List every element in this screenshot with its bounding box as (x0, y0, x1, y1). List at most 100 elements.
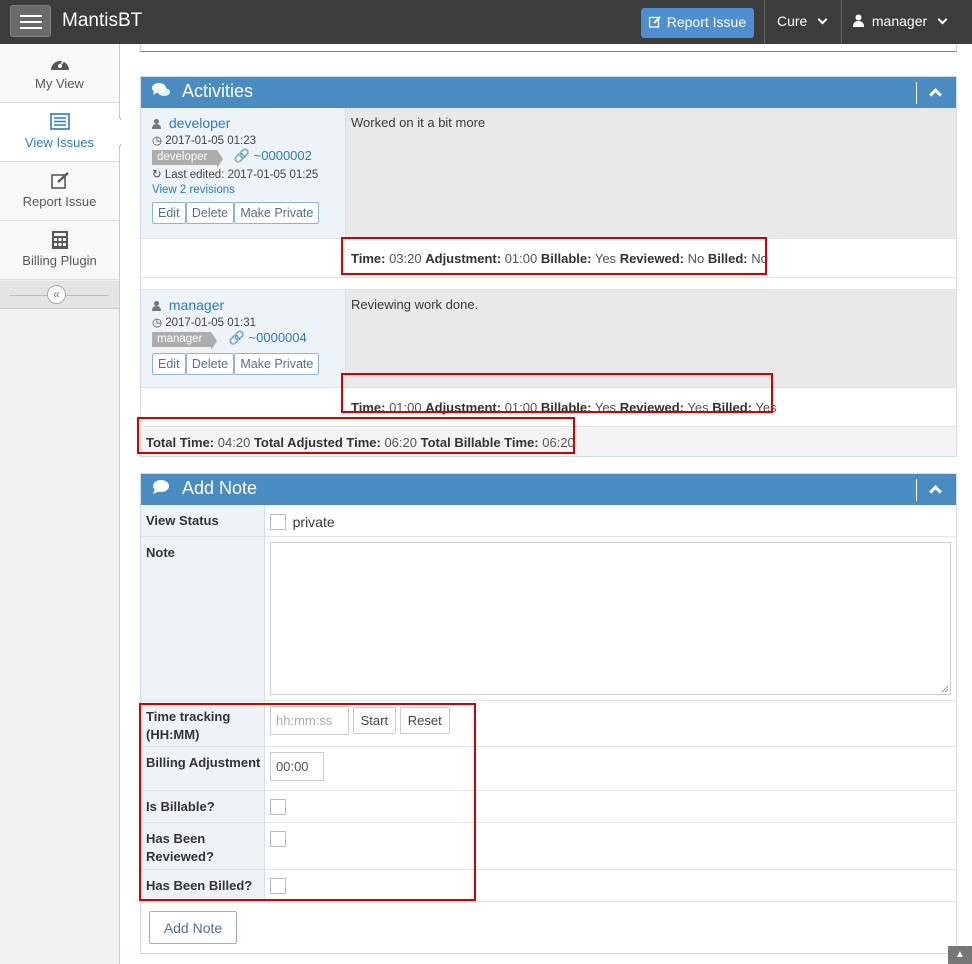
make-private-button[interactable]: Make Private (234, 353, 320, 375)
activity-note: manager ◷ 2017-01-05 01:31 manager 🔗 ~00… (141, 290, 956, 388)
total-adjusted-value: 06:20 (384, 435, 417, 450)
note-id-link[interactable]: ~0000004 (249, 330, 307, 345)
user-dropdown[interactable]: manager (841, 0, 972, 44)
totals-row: Total Time: 04:20 Total Adjusted Time: 0… (141, 427, 956, 456)
note-meta: manager ◷ 2017-01-05 01:31 manager 🔗 ~00… (141, 290, 346, 387)
report-issue-label: Report Issue (666, 14, 747, 30)
reset-timer-button[interactable]: Reset (399, 707, 450, 734)
clock-icon: ◷ (152, 317, 163, 329)
adjustment-value: 01:00 (504, 400, 538, 415)
note-id-link[interactable]: ~0000002 (254, 148, 312, 163)
scroll-top-button[interactable]: ▲ (948, 946, 972, 964)
role-badge: developer (152, 150, 222, 168)
private-checkbox[interactable] (270, 513, 286, 530)
billed-label: Billed: (712, 400, 752, 415)
dashboard-icon (50, 59, 69, 70)
has-been-billed-label: Has Been Billed? (141, 870, 265, 901)
sidebar-item-label: Report Issue (22, 194, 97, 209)
link-icon: 🔗 (233, 148, 251, 163)
delete-note-button[interactable]: Delete (185, 353, 235, 375)
last-edited-text: Last edited: 2017-01-05 01:25 (164, 169, 319, 181)
sidebar-item-my-view[interactable]: My View (0, 44, 119, 103)
reviewed-label: Reviewed: (619, 400, 684, 415)
project-dropdown[interactable]: Cure (764, 0, 841, 44)
sidebar-item-view-issues[interactable]: View Issues (0, 103, 129, 162)
refresh-icon: ↻ (152, 169, 162, 181)
time-label: Time: (351, 251, 386, 266)
hamburger-bar (20, 15, 42, 17)
sidebar-item-billing-plugin[interactable]: Billing Plugin (0, 221, 119, 280)
has-been-billed-checkbox[interactable] (270, 877, 286, 894)
total-billable-value: 06:20 (542, 435, 575, 450)
time-value: 01:00 (389, 400, 422, 415)
note-author-link[interactable]: developer (169, 115, 231, 131)
note-date: 2017-01-05 01:31 (165, 317, 257, 329)
start-timer-button[interactable]: Start (352, 707, 397, 734)
total-billable-label: Total Billable Time: (420, 435, 539, 450)
reviewed-value: Yes (687, 400, 709, 415)
comment-icon (153, 480, 169, 494)
billable-value: Yes (594, 400, 617, 415)
user-icon (152, 119, 161, 129)
billable-label: Billable: (540, 400, 592, 415)
sidebar-item-label: Billing Plugin (22, 253, 97, 268)
total-adjusted-label: Total Adjusted Time: (253, 435, 381, 450)
billable-value: Yes (594, 251, 617, 266)
sidebar-collapse-button[interactable]: « (47, 285, 66, 304)
has-been-reviewed-row: Has Been Reviewed? (141, 823, 956, 870)
activities-title: Activities (182, 81, 254, 101)
billing-adjustment-input[interactable]: 00:00 (270, 752, 324, 781)
delete-note-button[interactable]: Delete (185, 202, 235, 224)
note-author-link[interactable]: manager (169, 297, 224, 313)
collapse-add-note-button[interactable] (916, 479, 956, 501)
calculator-icon (51, 231, 68, 249)
time-tracking-row: Time tracking (HH:MM) hh:mm:ss Start Res… (141, 701, 956, 747)
user-icon (853, 14, 864, 27)
make-private-button[interactable]: Make Private (234, 202, 320, 224)
add-note-footer: Add Note (141, 902, 956, 953)
top-navbar: MantisBT Report Issue Cure manager (0, 0, 972, 44)
brand-logo[interactable]: MantisBT (62, 10, 142, 32)
time-value: 03:20 (389, 251, 422, 266)
chevron-up-icon (929, 485, 942, 498)
reviewed-value: No (687, 251, 705, 266)
billing-adjustment-row: Billing Adjustment 00:00 (141, 747, 956, 791)
sidebar: My View View Issues Report Issue Billing… (0, 44, 129, 964)
edit-note-button[interactable]: Edit (152, 202, 186, 224)
note-date: 2017-01-05 01:23 (165, 135, 257, 147)
note-row: Note (141, 537, 956, 701)
report-issue-button[interactable]: Report Issue (641, 8, 754, 38)
add-note-header: Add Note (141, 474, 956, 505)
sidebar-collapse-row: « (0, 281, 119, 309)
project-label: Cure (777, 13, 808, 29)
collapse-activities-button[interactable] (916, 82, 956, 104)
user-icon (152, 301, 161, 311)
view-revisions-link[interactable]: View 2 revisions (152, 184, 345, 196)
sidebar-item-label: My View (35, 76, 84, 91)
clock-icon: ◷ (152, 135, 163, 147)
total-time-value: 04:20 (217, 435, 251, 450)
activities-header: Activities (141, 77, 956, 108)
sidebar-item-report-issue[interactable]: Report Issue (0, 162, 119, 221)
billed-label: Billed: (707, 251, 748, 266)
note-time-row: Time: 03:20 Adjustment: 01:00 Billable: … (141, 239, 956, 278)
note-textarea[interactable] (270, 542, 951, 695)
edit-note-button[interactable]: Edit (152, 353, 186, 375)
billable-label: Billable: (540, 251, 592, 266)
has-been-reviewed-checkbox[interactable] (270, 830, 286, 847)
is-billable-row: Is Billable? (141, 791, 956, 823)
menu-toggle-button[interactable] (10, 5, 51, 37)
total-time-label: Total Time: (146, 435, 215, 450)
add-note-button[interactable]: Add Note (149, 911, 237, 944)
is-billable-label: Is Billable? (141, 791, 265, 822)
chevron-down-icon (817, 14, 828, 25)
link-icon: 🔗 (228, 330, 245, 345)
adjustment-value: 01:00 (504, 251, 538, 266)
edit-icon (50, 172, 69, 189)
main-content: Activities developer ◷ 2017-01-05 01:23 … (121, 44, 972, 964)
time-tracking-label: Time tracking (HH:MM) (141, 701, 265, 746)
is-billable-checkbox[interactable] (270, 798, 286, 815)
time-tracking-input[interactable]: hh:mm:ss (270, 706, 349, 735)
note-meta: developer ◷ 2017-01-05 01:23 developer 🔗… (141, 108, 346, 238)
adjustment-label: Adjustment: (425, 400, 502, 415)
